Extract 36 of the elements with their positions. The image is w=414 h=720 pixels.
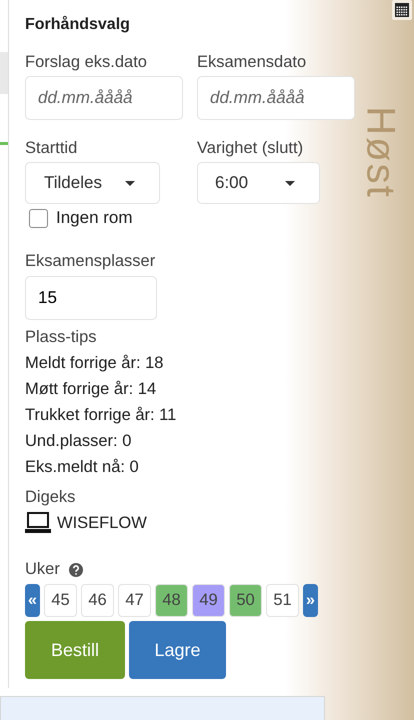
section-heading: Digeks xyxy=(25,487,76,508)
field-label: Eksamensdato xyxy=(197,53,308,72)
tip-text: Eks.meldt nå: 0 xyxy=(25,457,139,478)
week-chip[interactable]: 45 xyxy=(44,584,77,617)
section-heading: Plass-tips xyxy=(25,327,97,348)
tip-text: Møtt forrige år: 14 xyxy=(25,379,156,400)
field-label: Uker xyxy=(25,560,60,579)
field-label: Forslag eks.dato xyxy=(25,53,148,72)
save-button[interactable]: Lagre xyxy=(129,621,226,679)
week-chip[interactable]: 47 xyxy=(118,584,151,617)
calendar-icon[interactable] xyxy=(394,2,410,18)
week-chip[interactable]: 48 xyxy=(155,584,188,617)
help-icon[interactable] xyxy=(68,562,83,576)
tip-text: Und.plasser: 0 xyxy=(25,431,132,452)
laptop-icon xyxy=(25,512,51,534)
field-label: Starttid xyxy=(25,139,78,158)
dropdown[interactable]: Tildeles xyxy=(25,162,160,204)
week-chip[interactable]: 46 xyxy=(81,584,114,617)
date-field[interactable]: dd.mm.åååå xyxy=(25,76,183,120)
next-button[interactable]: » xyxy=(303,584,318,617)
field-label: Varighet (slutt) xyxy=(197,139,304,158)
field-label: Eksamensplasser xyxy=(25,252,156,271)
date-field[interactable]: dd.mm.åååå xyxy=(197,76,355,120)
seats-field[interactable]: 15 xyxy=(25,276,157,320)
week-chip[interactable]: 51 xyxy=(266,584,299,617)
dropdown[interactable]: 6:00 xyxy=(197,162,320,204)
week-chip[interactable]: 50 xyxy=(229,584,262,617)
panel-title: Forhåndsvalg xyxy=(25,16,130,34)
season-label: Høst xyxy=(358,106,403,199)
tip-text: Meldt forrige år: 18 xyxy=(25,353,164,374)
previous-button[interactable]: « xyxy=(25,584,40,617)
system-name: WISEFLOW xyxy=(57,514,147,532)
checkbox-label: Ingen rom xyxy=(56,208,133,228)
checkbox[interactable] xyxy=(29,208,48,228)
week-chip[interactable]: 49 xyxy=(192,584,225,617)
tip-text: Trukket forrige år: 11 xyxy=(25,405,176,426)
